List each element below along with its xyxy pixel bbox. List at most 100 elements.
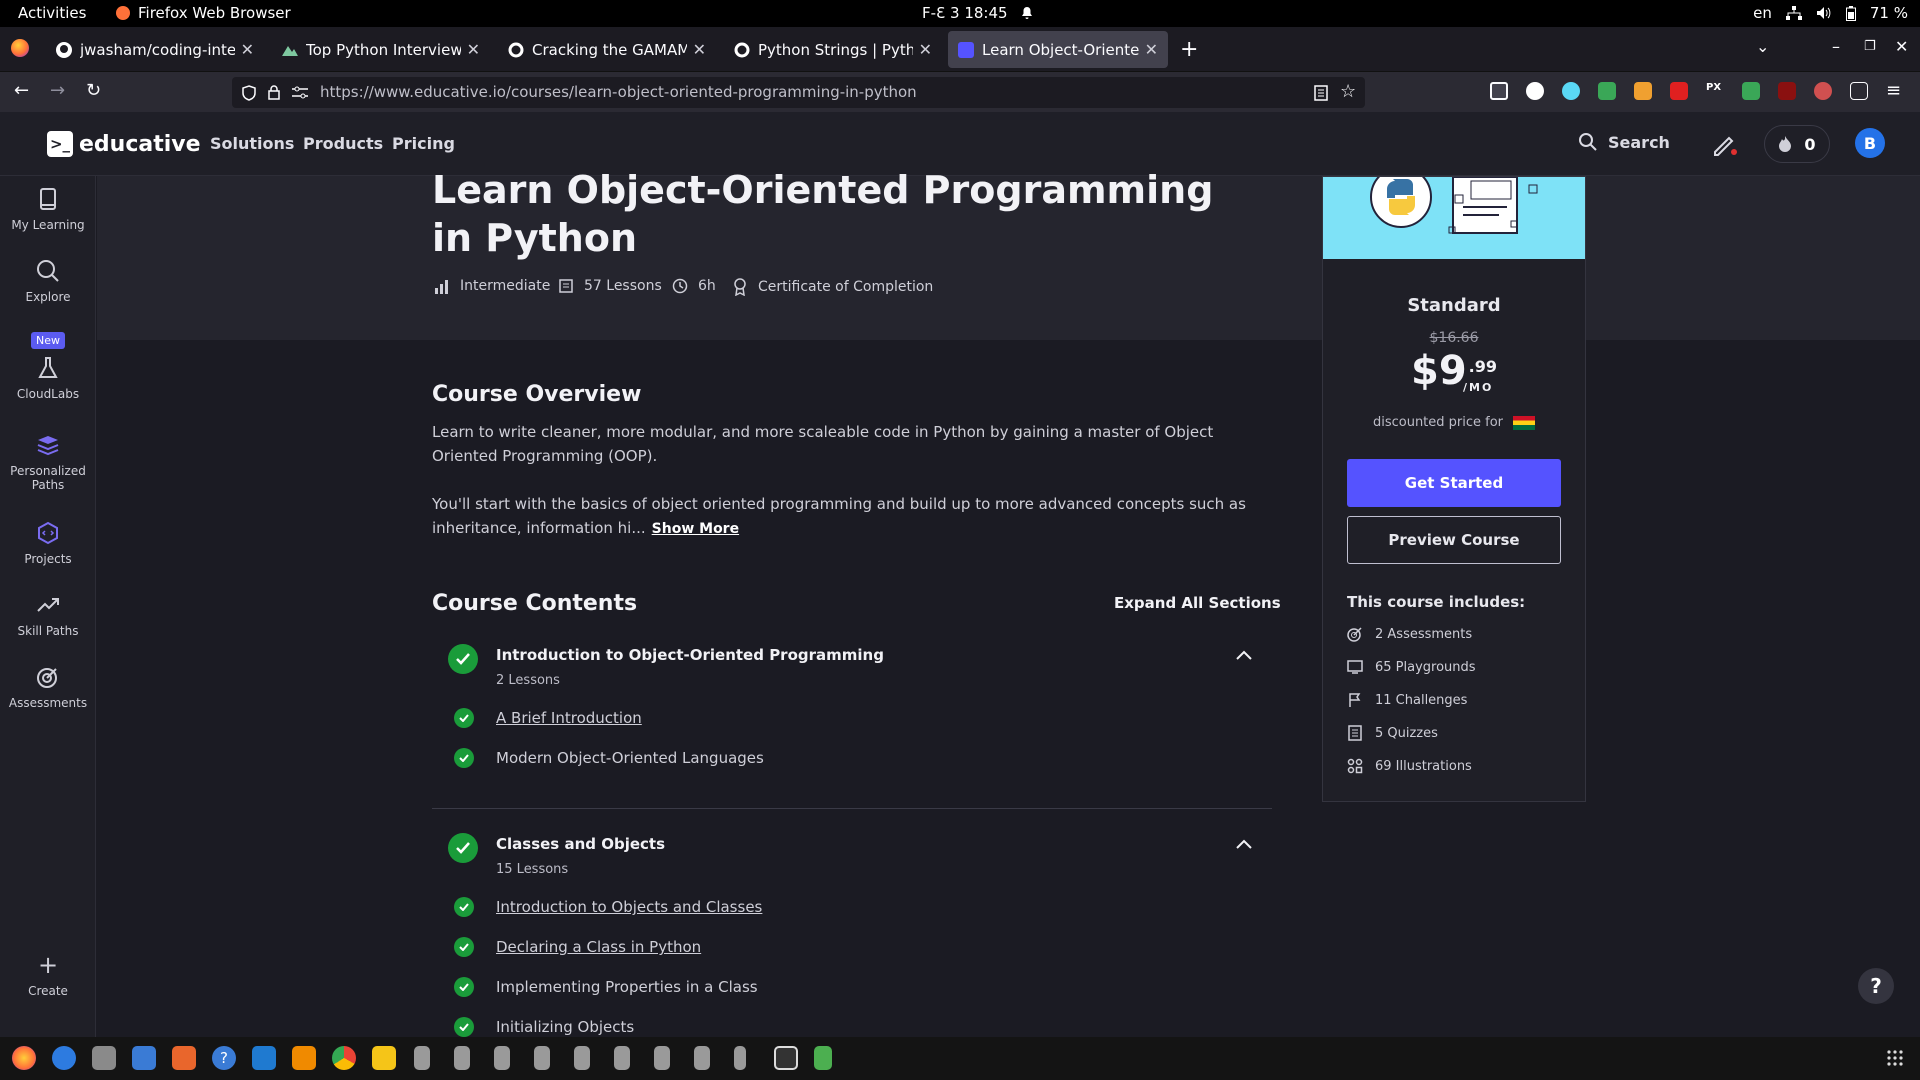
app-icon[interactable]	[414, 1046, 430, 1070]
new-tab-button[interactable]: +	[1180, 37, 1198, 62]
extension-red-icon[interactable]	[1670, 82, 1688, 100]
extension-orange-icon[interactable]	[1634, 82, 1652, 100]
back-icon[interactable]: ←	[14, 80, 29, 101]
extension-download-icon[interactable]	[1742, 82, 1760, 100]
extensions-puzzle-icon[interactable]	[1850, 82, 1868, 100]
close-tab-icon[interactable]: ✕	[1145, 40, 1158, 59]
files-icon[interactable]	[92, 1046, 116, 1070]
restore-icon[interactable]: ❐	[1864, 39, 1876, 54]
section-title[interactable]: Introduction to Object-Oriented Programm…	[496, 646, 884, 664]
lesson-link[interactable]: Modern Object-Oriented Languages	[496, 749, 764, 767]
chevron-up-icon[interactable]	[1236, 839, 1252, 849]
sidebar-item-my-learning[interactable]: My Learning	[0, 186, 96, 232]
firefox-icon[interactable]	[12, 1046, 36, 1070]
language-indicator[interactable]: en	[1753, 4, 1772, 22]
show-apps-icon[interactable]	[1886, 1049, 1904, 1067]
close-tab-icon[interactable]: ✕	[919, 40, 932, 59]
nav-products[interactable]: Products	[303, 134, 383, 153]
extension-green-icon[interactable]	[1598, 82, 1616, 100]
streak-counter[interactable]: 0	[1764, 125, 1830, 163]
clock[interactable]: F-Ɛ 3 18:45	[922, 4, 1034, 22]
sidebar-item-skill-paths[interactable]: Skill Paths	[0, 592, 96, 638]
site-search-button[interactable]: Search	[1578, 132, 1670, 152]
sidebar-item-assessments[interactable]: Assessments	[0, 664, 96, 710]
url-bar[interactable]: https://www.educative.io/courses/learn-o…	[232, 77, 1365, 108]
volume-icon[interactable]	[1816, 6, 1832, 20]
battery-icon[interactable]	[1845, 5, 1856, 21]
sidebar-create-button[interactable]: + Create	[0, 952, 96, 998]
reader-view-icon[interactable]	[1314, 85, 1328, 101]
firefox-view-icon[interactable]	[11, 39, 29, 57]
shield-icon[interactable]	[242, 85, 256, 101]
thunderbird-icon[interactable]	[52, 1046, 76, 1070]
section-title[interactable]: Classes and Objects	[496, 835, 665, 853]
app-icon[interactable]	[574, 1046, 590, 1070]
app-icon[interactable]	[614, 1046, 630, 1070]
notes-icon[interactable]	[372, 1046, 396, 1070]
chevron-up-icon[interactable]	[1236, 650, 1252, 660]
trash-icon[interactable]	[814, 1046, 832, 1070]
overview-paragraph-2: You'll start with the basics of object o…	[432, 495, 1246, 537]
activities-button[interactable]: Activities	[18, 4, 86, 22]
show-more-link[interactable]: Show More	[652, 521, 739, 537]
lock-icon[interactable]	[268, 85, 280, 100]
app-icon[interactable]	[494, 1046, 510, 1070]
nav-pricing[interactable]: Pricing	[392, 134, 455, 153]
browser-tab[interactable]: Python Strings | Python✕	[724, 31, 942, 68]
screenshot-icon[interactable]	[774, 1046, 798, 1070]
react-devtools-icon[interactable]	[1562, 82, 1580, 100]
close-window-icon[interactable]: ✕	[1895, 37, 1908, 56]
lesson-link[interactable]: Initializing Objects	[496, 1018, 634, 1036]
illustration-icon	[1347, 758, 1363, 774]
close-tab-icon[interactable]: ✕	[693, 40, 706, 59]
hamburger-menu-icon[interactable]: ≡	[1886, 80, 1901, 101]
vlc-icon[interactable]	[292, 1046, 316, 1070]
edit-pen-icon[interactable]	[1712, 132, 1738, 156]
educative-logo[interactable]: >_ educative	[47, 131, 201, 157]
lesson-link[interactable]: Declaring a Class in Python	[496, 938, 701, 956]
app-menu[interactable]: Firefox Web Browser	[116, 4, 291, 22]
chrome-icon[interactable]	[332, 1046, 356, 1070]
sidebar-item-personalized-paths[interactable]: Personalized Paths	[0, 432, 96, 492]
bell-icon	[1021, 7, 1032, 19]
help-icon[interactable]: ?	[212, 1046, 236, 1070]
sidebar-item-cloudlabs[interactable]: New CloudLabs	[0, 332, 96, 401]
vscode-icon[interactable]	[252, 1046, 276, 1070]
sidebar-item-projects[interactable]: Projects	[0, 520, 96, 566]
lesson-link[interactable]: Introduction to Objects and Classes	[496, 898, 762, 916]
lesson-link[interactable]: A Brief Introduction	[496, 709, 642, 727]
app-icon[interactable]	[694, 1046, 710, 1070]
software-center-icon[interactable]	[172, 1046, 196, 1070]
tab-list-chevron-icon[interactable]: ⌄	[1756, 37, 1769, 56]
extension-avatar-icon[interactable]	[1814, 82, 1832, 100]
ublock-icon[interactable]	[1778, 82, 1796, 100]
browser-tab-active[interactable]: Learn Object-Oriented Pr✕	[948, 31, 1168, 68]
forward-icon[interactable]: →	[50, 80, 65, 101]
expand-all-sections-button[interactable]: Expand All Sections	[1114, 594, 1281, 612]
app-icon[interactable]	[654, 1046, 670, 1070]
extension-px-icon[interactable]: PX	[1706, 82, 1724, 100]
app-icon[interactable]	[734, 1046, 746, 1070]
sidebar-item-explore[interactable]: Explore	[0, 258, 96, 304]
lesson-link[interactable]: Implementing Properties in a Class	[496, 978, 758, 996]
nav-solutions[interactable]: Solutions	[210, 134, 294, 153]
network-icon[interactable]	[1785, 6, 1802, 20]
close-tab-icon[interactable]: ✕	[467, 40, 480, 59]
pocket-icon[interactable]	[1490, 82, 1508, 100]
permissions-icon[interactable]	[292, 86, 308, 99]
app-icon[interactable]	[534, 1046, 550, 1070]
preview-course-button[interactable]: Preview Course	[1347, 516, 1561, 564]
reload-icon[interactable]: ↻	[86, 80, 101, 101]
get-started-button[interactable]: Get Started	[1347, 459, 1561, 507]
bookmark-star-icon[interactable]: ☆	[1340, 81, 1356, 102]
close-tab-icon[interactable]: ✕	[241, 40, 254, 59]
browser-tab[interactable]: Top Python Interview Qu✕	[272, 31, 490, 68]
extension-b-icon[interactable]	[1526, 82, 1544, 100]
writer-icon[interactable]	[132, 1046, 156, 1070]
app-icon[interactable]	[454, 1046, 470, 1070]
minimize-icon[interactable]: –	[1832, 37, 1840, 56]
browser-tab[interactable]: Cracking the GAMAM Tec✕	[498, 31, 716, 68]
browser-tab[interactable]: jwasham/coding-intervie✕	[46, 31, 264, 68]
help-button[interactable]: ?	[1858, 968, 1894, 1004]
user-avatar[interactable]: B	[1855, 128, 1885, 158]
